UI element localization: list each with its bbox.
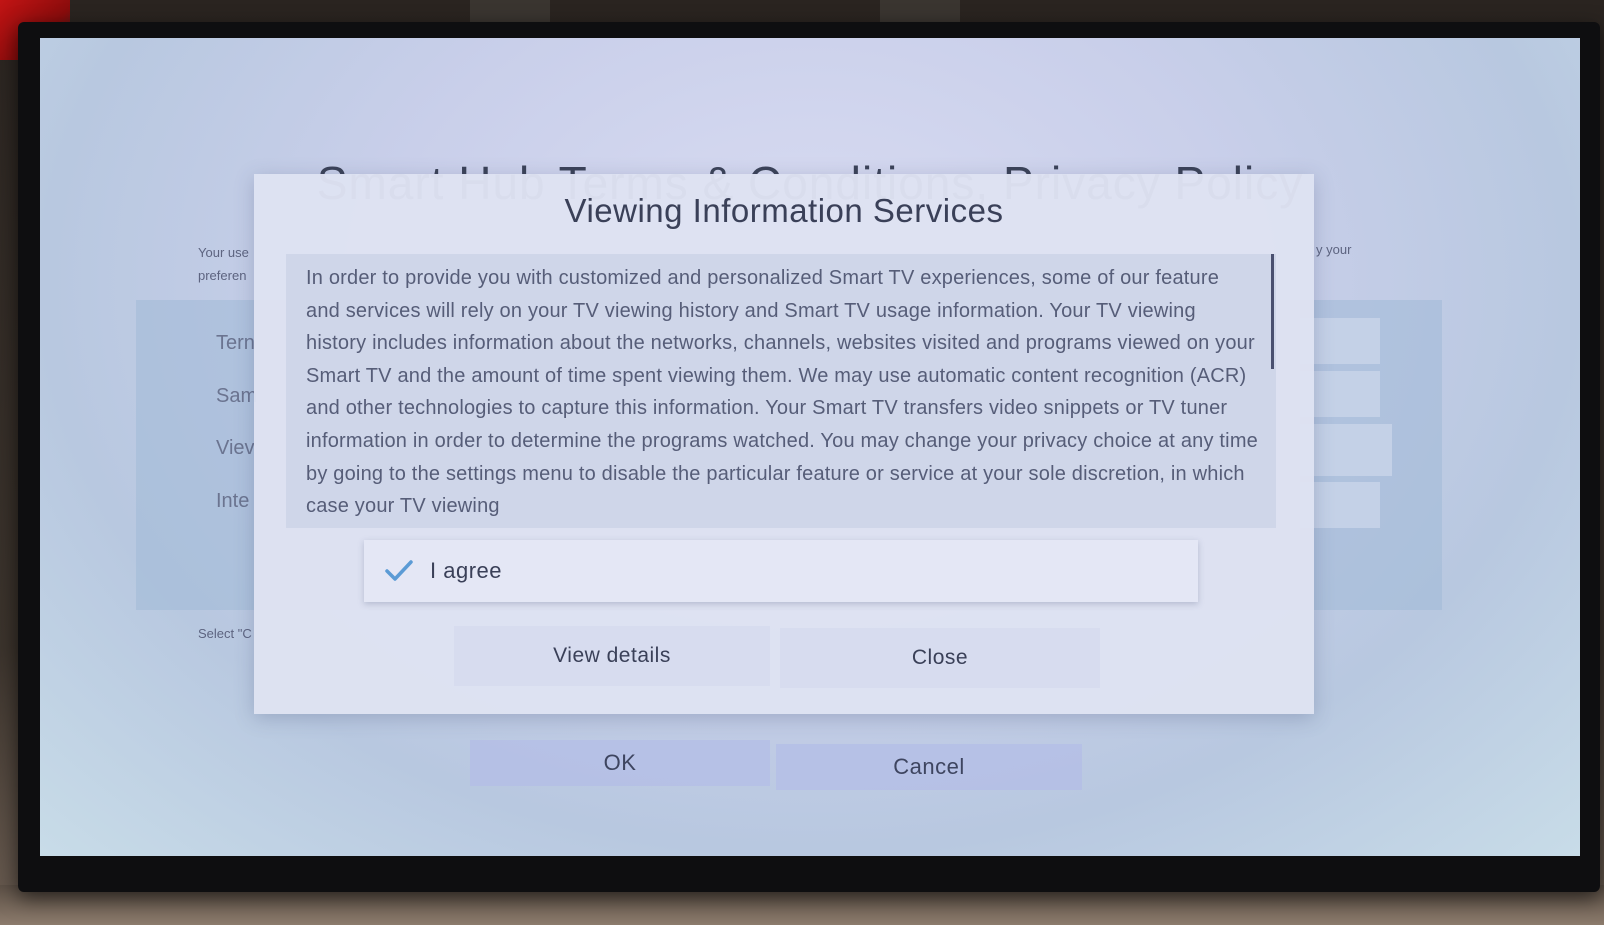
background-item-terms[interactable]: Tern	[216, 332, 255, 355]
background-cancel-button[interactable]: Cancel	[776, 744, 1082, 790]
close-button[interactable]: Close	[780, 628, 1100, 688]
background-item-samsung[interactable]: Sam	[216, 385, 257, 408]
dialog-title: Viewing Information Services	[564, 192, 1004, 229]
dialog-scrollbar[interactable]	[1271, 254, 1274, 369]
agree-label: I agree	[430, 558, 502, 583]
tv-bezel: Smart Hub Terms & Conditions, Privacy Po…	[18, 22, 1600, 892]
background-item-viewing[interactable]: Viev	[216, 437, 255, 460]
background-ok-button[interactable]: OK	[470, 740, 770, 786]
viewing-info-dialog: Viewing Information Services In order to…	[254, 174, 1314, 714]
checkmark-icon[interactable]	[382, 556, 416, 586]
dialog-body-scroll-area[interactable]: In order to provide you with customized …	[286, 254, 1276, 528]
background-note-right: y your	[1316, 242, 1352, 257]
view-details-button[interactable]: View details	[454, 626, 770, 686]
tv-screen: Smart Hub Terms & Conditions, Privacy Po…	[40, 38, 1580, 856]
background-select-hint: Select "C	[198, 626, 252, 641]
background-note-line2: preferen	[198, 268, 247, 283]
background-note-line1: Your use	[198, 245, 249, 260]
agree-checkbox-row[interactable]: I agree	[364, 540, 1198, 602]
background-item-interest[interactable]: Inte	[216, 490, 249, 513]
dialog-body-text: In order to provide you with customized …	[306, 267, 1259, 518]
